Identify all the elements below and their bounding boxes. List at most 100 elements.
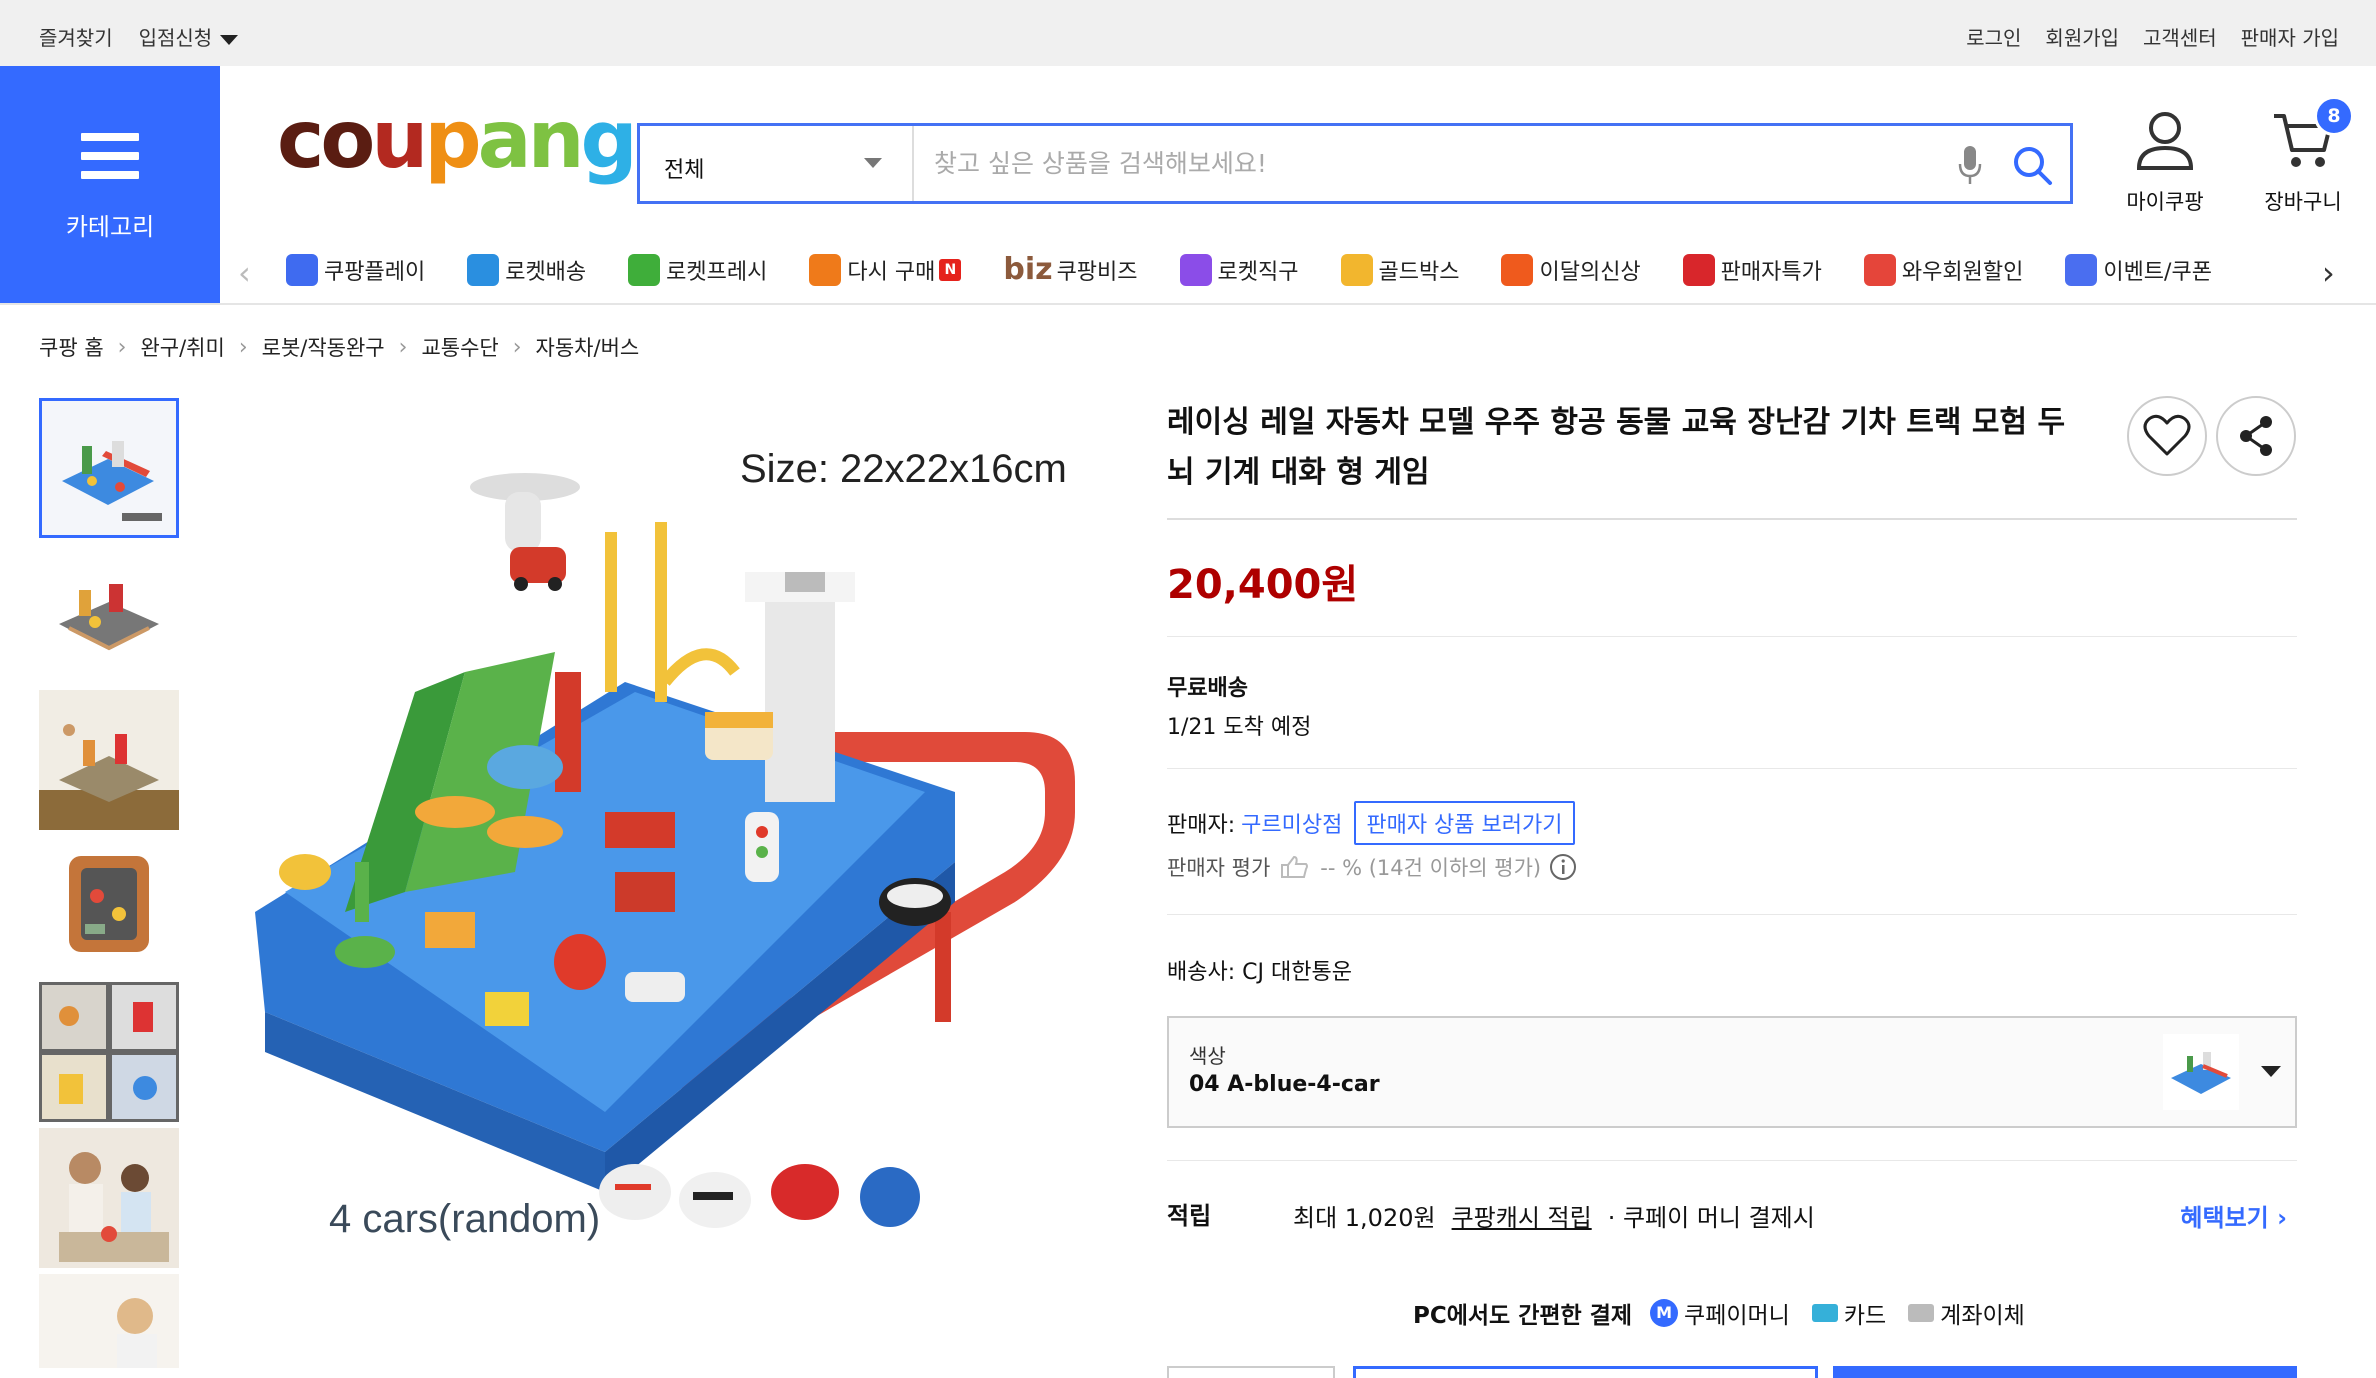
divider bbox=[1167, 518, 2297, 520]
coupang-logo[interactable]: coupang bbox=[277, 100, 638, 180]
wishlist-button[interactable] bbox=[2127, 396, 2207, 476]
nav-item[interactable]: 다시 구매 N bbox=[809, 252, 962, 287]
thumbnail-image[interactable] bbox=[39, 982, 179, 1122]
coupang-cash-link[interactable]: 쿠팡캐시 적립 bbox=[1452, 1198, 1592, 1233]
cart-button[interactable]: 장바구니 8 bbox=[2248, 96, 2358, 230]
coupay-money-icon: M bbox=[1650, 1299, 1679, 1327]
add-to-cart-button[interactable] bbox=[1353, 1366, 1818, 1378]
free-shipping-label: 무료배송 bbox=[1167, 676, 1248, 701]
thumbs-up-icon bbox=[1281, 855, 1309, 878]
benefits-link-label: 혜택보기 bbox=[2180, 1204, 2269, 1232]
seller-info: 판매자: 구르미상점 판매자 상품 보러가기 bbox=[1167, 801, 1575, 845]
seller-signup-link[interactable]: 판매자 가입 bbox=[2241, 22, 2339, 51]
breadcrumb: 쿠팡 홈 › 완구/취미 › 로봇/작동완구 › 교통수단 › 자동차/버스 bbox=[39, 332, 639, 362]
option-label: 색상 bbox=[1189, 1044, 1226, 1068]
nav-item[interactable]: 이벤트/쿠폰 bbox=[2065, 252, 2212, 287]
chevron-right-icon: › bbox=[117, 334, 127, 360]
search-scope-select[interactable]: 전체 bbox=[640, 126, 914, 201]
product-photo: Size: 22x22x16cm 4 cars(random) bbox=[225, 392, 1137, 1322]
biz-icon: biz bbox=[1003, 252, 1053, 287]
header-divider bbox=[0, 303, 2376, 305]
product-title: 레이싱 레일 자동차 모델 우주 항공 동물 교육 장난감 기차 트랙 모험 두… bbox=[1167, 405, 2066, 490]
nav-item-label: 와우회원할인 bbox=[1901, 259, 2024, 285]
category-menu-button[interactable]: 카테고리 bbox=[0, 66, 220, 304]
benefits-link[interactable]: 혜택보기 › bbox=[2180, 1198, 2287, 1233]
percent-icon bbox=[1682, 253, 1715, 286]
chevron-down-icon bbox=[864, 158, 882, 168]
breadcrumb-item[interactable]: 교통수단 bbox=[421, 332, 498, 362]
nav-item[interactable]: 골드박스 bbox=[1340, 252, 1460, 287]
nav-item-label: 골드박스 bbox=[1378, 259, 1460, 285]
nav-item-label: 이달의신상 bbox=[1539, 259, 1641, 285]
seller-name-link[interactable]: 구르미상점 bbox=[1241, 807, 1342, 839]
pay-method: 쿠페이머니 bbox=[1684, 1303, 1790, 1329]
search-input[interactable] bbox=[934, 126, 1914, 201]
seller-products-button[interactable]: 판매자 상품 보러가기 bbox=[1354, 801, 1575, 845]
breadcrumb-item[interactable]: 자동차/버스 bbox=[536, 332, 640, 362]
new-icon bbox=[1501, 253, 1534, 286]
search-icon[interactable] bbox=[2010, 143, 2054, 187]
my-coupang-button[interactable]: 마이쿠팡 bbox=[2110, 110, 2220, 230]
main-product-image[interactable]: Size: 22x22x16cm 4 cars(random) bbox=[225, 392, 1137, 1322]
carrier-info: 배송사: CJ 대한통운 bbox=[1167, 960, 1352, 985]
chevron-right-icon[interactable]: › bbox=[2322, 254, 2335, 292]
nav-item-label: 로켓직구 bbox=[1217, 259, 1299, 285]
hamburger-icon bbox=[81, 133, 139, 190]
nav-item[interactable]: 판매자특가 bbox=[1682, 252, 1822, 287]
nav-item[interactable]: 와우회원할인 bbox=[1863, 252, 2024, 287]
thumbnail-image[interactable] bbox=[39, 398, 179, 538]
nav-item-label: 쿠팡플레이 bbox=[324, 259, 426, 285]
nav-item[interactable]: 로켓프레시 bbox=[628, 252, 767, 287]
buy-now-button[interactable] bbox=[1833, 1366, 2297, 1378]
signup-link[interactable]: 회원가입 bbox=[2045, 22, 2119, 51]
thumbnail-image[interactable] bbox=[39, 836, 179, 976]
category-label: 카테고리 bbox=[65, 213, 155, 241]
rocket-global-icon bbox=[1179, 253, 1212, 286]
nav-item[interactable]: biz 쿠팡비즈 bbox=[1003, 252, 1137, 287]
breadcrumb-item[interactable]: 쿠팡 홈 bbox=[39, 332, 104, 362]
info-icon[interactable] bbox=[1549, 853, 1577, 881]
product-price: 20,400원 bbox=[1167, 562, 1359, 608]
thumbnail-image[interactable] bbox=[39, 544, 179, 684]
thumbnail-image[interactable] bbox=[39, 690, 179, 830]
nav-item[interactable]: 로켓배송 bbox=[467, 252, 586, 287]
bookmark-link[interactable]: 즐겨찾기 bbox=[39, 22, 113, 51]
breadcrumb-item[interactable]: 로봇/작동완구 bbox=[262, 332, 385, 362]
card-icon bbox=[1811, 1304, 1838, 1322]
color-option-select[interactable]: 색상 04 A-blue-4-car bbox=[1167, 1016, 2297, 1128]
new-badge: N bbox=[939, 258, 962, 281]
search-scope-label: 전체 bbox=[664, 158, 705, 183]
seller-rating: 판매자 평가 -- % (14건 이하의 평가) bbox=[1167, 852, 1577, 882]
nav-item-label: 쿠팡비즈 bbox=[1056, 259, 1138, 285]
nav-item[interactable]: 로켓직구 bbox=[1179, 252, 1299, 287]
seller-apply-dropdown[interactable]: 입점신청 bbox=[139, 22, 239, 51]
chevron-left-icon[interactable]: ‹ bbox=[238, 254, 251, 292]
login-link[interactable]: 로그인 bbox=[1966, 22, 2021, 51]
chevron-right-icon: › bbox=[238, 334, 248, 360]
heart-icon bbox=[2143, 414, 2191, 456]
thumbnail-image[interactable] bbox=[39, 1128, 179, 1268]
microphone-icon[interactable] bbox=[1956, 144, 1984, 186]
breadcrumb-item[interactable]: 완구/취미 bbox=[140, 332, 224, 362]
customer-center-link[interactable]: 고객센터 bbox=[2143, 22, 2217, 51]
goldbox-icon bbox=[1340, 253, 1373, 286]
reward-label: 적립 bbox=[1167, 1202, 1212, 1230]
nav-item-label: 로켓프레시 bbox=[666, 259, 768, 285]
cars-caption: 4 cars(random) bbox=[329, 1197, 600, 1241]
quantity-stepper[interactable] bbox=[1167, 1366, 1335, 1378]
size-caption: Size: 22x22x16cm bbox=[740, 447, 1067, 491]
rebuy-icon bbox=[809, 253, 842, 286]
nav-item-label: 판매자특가 bbox=[1720, 259, 1822, 285]
nav-item[interactable]: 이달의신상 bbox=[1501, 252, 1641, 287]
thumbnail-image[interactable] bbox=[39, 1274, 179, 1368]
search-bar: 전체 bbox=[637, 123, 2073, 204]
share-button[interactable] bbox=[2216, 396, 2296, 476]
top-utility-bar: 즐겨찾기 입점신청 로그인 회원가입 고객센터 판매자 가입 bbox=[0, 0, 2376, 66]
user-icon bbox=[2136, 112, 2194, 170]
pay-method: 카드 bbox=[1843, 1303, 1887, 1329]
option-value: 04 A-blue-4-car bbox=[1189, 1072, 1380, 1097]
seller-label: 판매자: bbox=[1167, 813, 1236, 838]
nav-item[interactable]: 쿠팡플레이 bbox=[286, 252, 425, 287]
option-thumbnail bbox=[2163, 1034, 2239, 1110]
seller-apply-label: 입점신청 bbox=[138, 26, 213, 50]
